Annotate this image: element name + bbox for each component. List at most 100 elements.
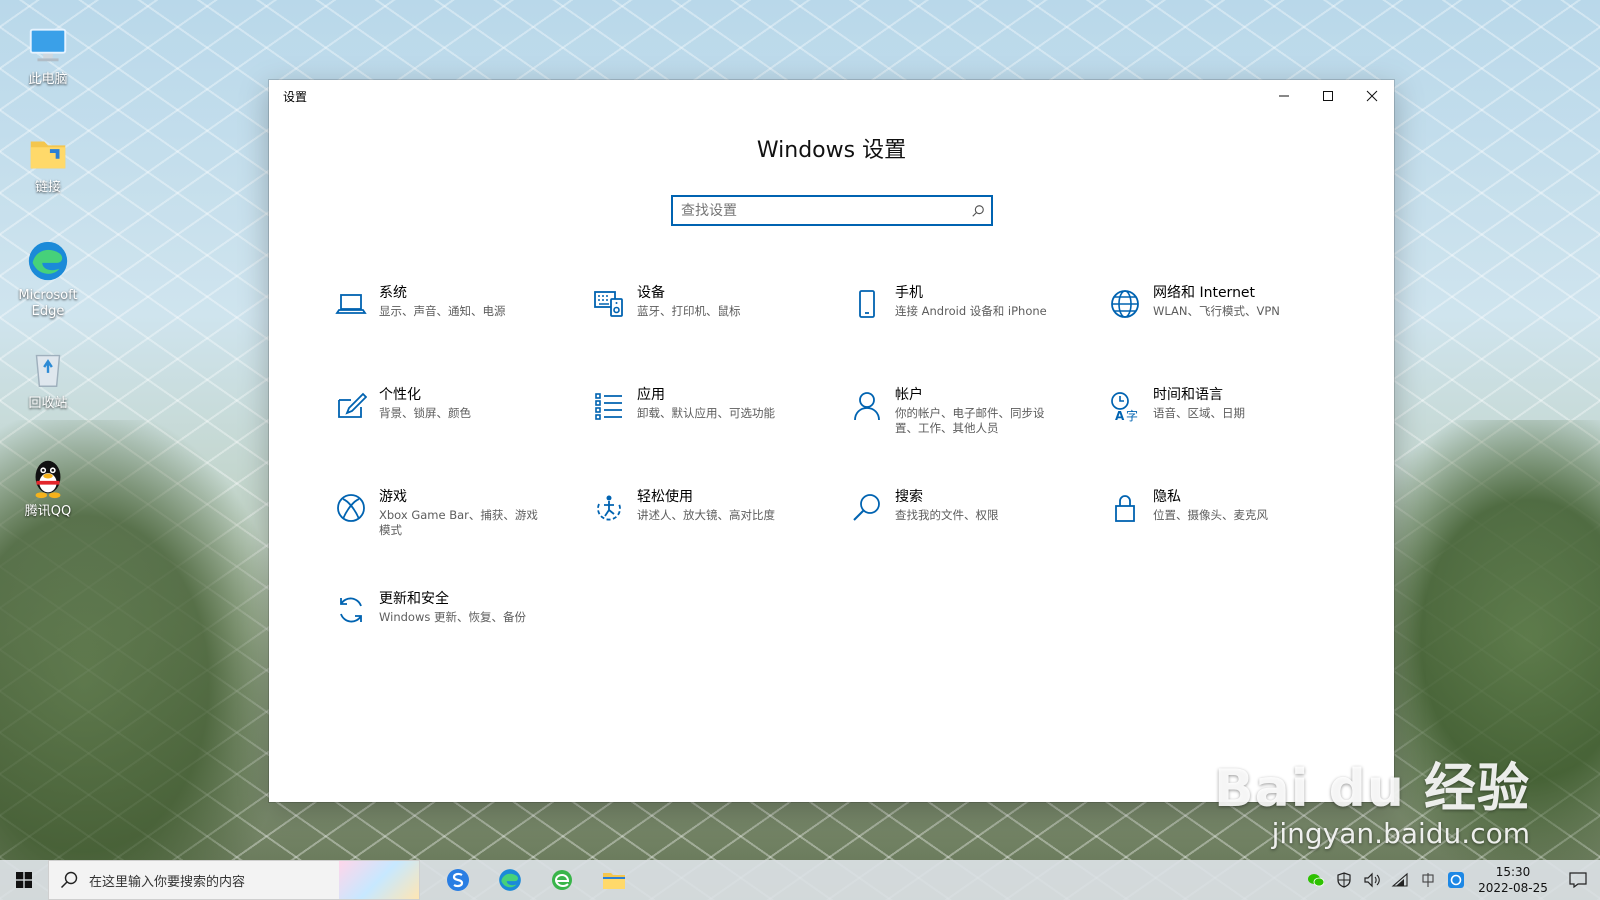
category-description: 显示、声音、通知、电源	[379, 304, 506, 318]
category-description: 连接 Android 设备和 iPhone	[895, 304, 1047, 318]
category-network[interactable]: 网络和 Internet WLAN、飞行模式、VPN	[1105, 280, 1363, 382]
personalization-icon	[331, 386, 371, 426]
update-icon	[331, 590, 371, 630]
category-time-language[interactable]: A字 时间和语言 语音、区域、日期	[1105, 382, 1363, 484]
maximize-icon	[1323, 91, 1333, 101]
category-devices[interactable]: 设备 蓝牙、打印机、鼠标	[589, 280, 847, 382]
category-name: 搜索	[895, 489, 923, 505]
svg-text:字: 字	[1126, 408, 1138, 422]
tray-network[interactable]	[1386, 860, 1414, 900]
desktop-icon-recycle-bin[interactable]: 回收站	[8, 340, 88, 444]
desktop-icon-qq[interactable]: 腾讯QQ	[8, 448, 88, 552]
svg-text:A: A	[1115, 409, 1125, 422]
category-name: 更新和安全	[379, 591, 449, 607]
taskbar-app-sogou[interactable]	[432, 860, 484, 900]
category-description: 讲述人、放大镜、高对比度	[637, 508, 775, 522]
minimize-icon	[1279, 95, 1289, 97]
taskbar-search-box[interactable]: 在这里输入你要搜索的内容	[48, 860, 420, 900]
category-description: 蓝牙、打印机、鼠标	[637, 304, 741, 318]
desktop-icon-label: 腾讯QQ	[24, 504, 72, 519]
category-accounts[interactable]: 帐户 你的帐户、电子邮件、同步设置、工作、其他人员	[847, 382, 1105, 484]
category-description: 背景、锁屏、颜色	[379, 406, 471, 420]
category-name: 应用	[637, 387, 665, 403]
category-name: 帐户	[895, 387, 923, 403]
action-center-button[interactable]	[1556, 860, 1600, 900]
category-name: 手机	[895, 285, 923, 301]
search-input[interactable]	[673, 197, 965, 224]
apps-list-icon	[589, 386, 629, 426]
category-search[interactable]: 搜索 查找我的文件、权限	[847, 484, 1105, 586]
window-titlebar[interactable]: 设置	[269, 80, 1394, 112]
desktop-icon-label: 回收站	[28, 396, 68, 411]
person-icon	[847, 386, 887, 426]
taskbar-clock[interactable]: 15:30 2022-08-25	[1470, 864, 1556, 896]
watermark-logo-text: Bai du 经验	[1214, 759, 1530, 819]
watermark-url: jingyan.baidu.com	[1271, 817, 1530, 850]
notification-icon	[1569, 872, 1587, 888]
settings-categories-grid: 系统 显示、声音、通知、电源 设备 蓝牙、打印机、鼠标 手机 连接 Androi…	[331, 280, 1351, 688]
folder-shortcut-icon	[30, 141, 66, 169]
category-name: 隐私	[1153, 489, 1181, 505]
taskbar-app-edge[interactable]	[484, 860, 536, 900]
category-description: WLAN、飞行模式、VPN	[1153, 304, 1280, 318]
page-title: Windows 设置	[756, 138, 907, 163]
category-update-security[interactable]: 更新和安全 Windows 更新、恢复、备份	[331, 586, 589, 688]
category-description: 查找我的文件、权限	[895, 508, 999, 522]
category-name: 轻松使用	[637, 489, 693, 505]
clock-time: 15:30	[1495, 865, 1531, 879]
desktop-icon-this-pc[interactable]: 此电脑	[8, 16, 88, 120]
category-personalization[interactable]: 个性化 背景、锁屏、颜色	[331, 382, 589, 484]
taskbar: 在这里输入你要搜索的内容 15:30 2022-08-25	[0, 860, 1600, 900]
taskbar-app-file-explorer[interactable]	[588, 860, 640, 900]
category-phone[interactable]: 手机 连接 Android 设备和 iPhone	[847, 280, 1105, 382]
category-apps[interactable]: 应用 卸载、默认应用、可选功能	[589, 382, 847, 484]
desktop-icon-edge[interactable]: Microsoft Edge	[8, 232, 88, 336]
taskbar-app-browser[interactable]	[536, 860, 588, 900]
category-description: 语音、区域、日期	[1153, 406, 1245, 420]
maximize-button[interactable]	[1306, 80, 1350, 112]
tray-security[interactable]	[1330, 860, 1358, 900]
system-tray: 15:30 2022-08-25	[1302, 860, 1600, 900]
time-language-icon: A字	[1105, 386, 1145, 426]
taskbar-search-placeholder: 在这里输入你要搜索的内容	[89, 874, 246, 890]
tray-volume[interactable]	[1358, 860, 1386, 900]
computer-icon	[29, 28, 67, 62]
edge-icon	[28, 241, 68, 281]
speaker-icon	[1364, 872, 1380, 888]
search-icon	[49, 860, 89, 900]
category-system[interactable]: 系统 显示、声音、通知、电源	[331, 280, 589, 382]
tray-wechat[interactable]	[1302, 860, 1330, 900]
category-name: 个性化	[379, 387, 421, 403]
category-name: 时间和语言	[1153, 387, 1223, 403]
desktop-icons: 此电脑 链接 Microsoft Edge 回收站 腾讯QQ	[8, 16, 88, 556]
category-gaming[interactable]: 游戏 Xbox Game Bar、捕获、游戏模式	[331, 484, 589, 586]
close-button[interactable]	[1350, 80, 1394, 112]
settings-search-box[interactable]	[671, 195, 993, 226]
desktop-icon-label: 此电脑	[28, 72, 68, 87]
desktop-icon-link[interactable]: 链接	[8, 124, 88, 228]
tray-qq[interactable]	[1442, 860, 1470, 900]
search-icon[interactable]	[965, 198, 991, 224]
search-icon	[847, 488, 887, 528]
recycle-bin-icon	[35, 354, 61, 387]
wechat-icon	[1308, 874, 1324, 887]
category-description: 卸载、默认应用、可选功能	[637, 406, 775, 420]
clock-date: 2022-08-25	[1478, 881, 1548, 895]
phone-icon	[847, 284, 887, 324]
shield-icon	[1337, 872, 1351, 888]
xbox-icon	[331, 488, 371, 528]
ease-of-access-icon	[589, 488, 629, 528]
edge-icon	[499, 869, 521, 891]
green-e-browser-icon	[552, 870, 572, 890]
window-controls	[1262, 80, 1394, 112]
category-privacy[interactable]: 隐私 位置、摄像头、麦克风	[1105, 484, 1363, 586]
category-description: 你的帐户、电子邮件、同步设置、工作、其他人员	[895, 406, 1045, 435]
tray-input-method[interactable]	[1414, 860, 1442, 900]
settings-window: 设置 Windows 设置 系统 显示、声音、通知、	[269, 80, 1394, 802]
minimize-button[interactable]	[1262, 80, 1306, 112]
start-button[interactable]	[0, 860, 48, 900]
laptop-icon	[331, 284, 371, 324]
qq-penguin-icon	[35, 460, 61, 499]
close-icon	[1366, 90, 1378, 102]
category-ease-of-access[interactable]: 轻松使用 讲述人、放大镜、高对比度	[589, 484, 847, 586]
